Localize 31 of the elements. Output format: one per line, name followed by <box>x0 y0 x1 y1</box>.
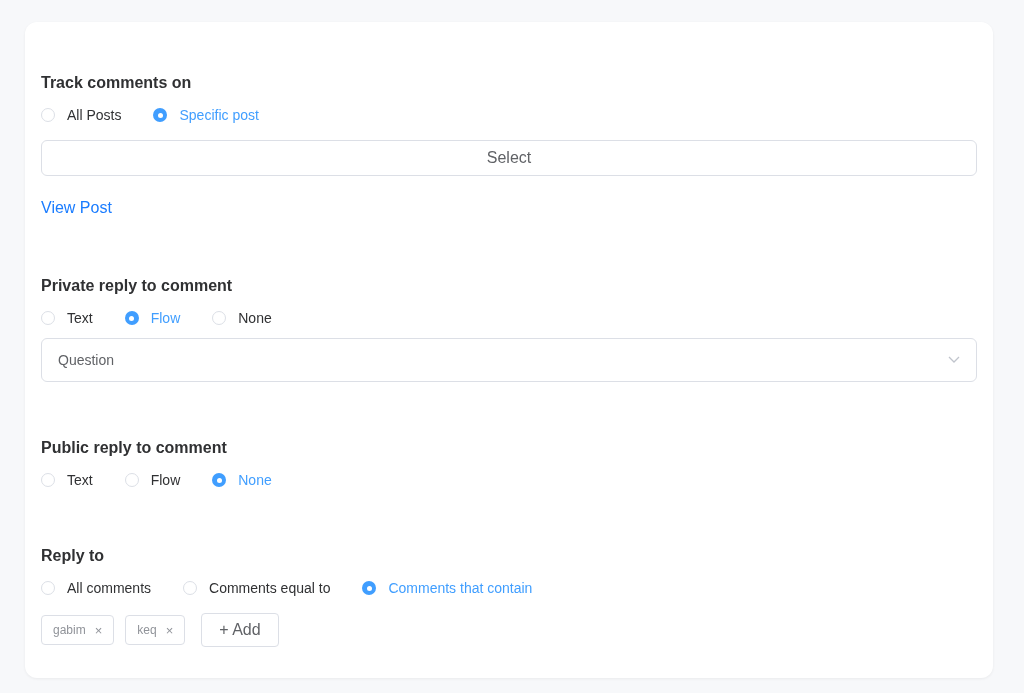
radio-button[interactable] <box>212 473 227 487</box>
chevron-down-icon <box>948 356 960 364</box>
add-button[interactable]: + Add <box>201 613 279 647</box>
radio-button[interactable] <box>41 581 55 595</box>
radio-label[interactable]: None <box>238 307 272 329</box>
tag-label: keq <box>137 622 157 639</box>
radio-label[interactable]: Text <box>67 307 93 329</box>
view-post-link[interactable]: View Post <box>41 196 112 220</box>
radio-button[interactable] <box>41 108 55 122</box>
radio-button[interactable] <box>41 311 55 325</box>
radio-button[interactable] <box>124 311 139 325</box>
tag-remove[interactable]: × <box>94 623 103 637</box>
section-title: Reply to <box>41 546 106 566</box>
radio-label[interactable]: All Posts <box>67 104 122 126</box>
section-title: Public reply to comment <box>41 438 228 458</box>
radio-button[interactable] <box>41 473 55 487</box>
radio-button[interactable] <box>362 581 377 595</box>
radio-label[interactable]: Comments equal to <box>209 577 331 599</box>
radio-button[interactable] <box>212 311 227 325</box>
dropdown-select[interactable]: Question <box>41 338 977 382</box>
section-title: Track comments on <box>41 73 193 93</box>
tag-label: gabim <box>53 622 86 639</box>
section-title: Private reply to comment <box>41 276 234 296</box>
radio-label[interactable]: Flow <box>150 469 181 491</box>
radio-label[interactable]: Text <box>67 469 93 491</box>
radio-label[interactable]: All comments <box>67 577 152 599</box>
radio-button[interactable] <box>183 581 198 595</box>
radio-button[interactable] <box>124 473 139 487</box>
tag-remove[interactable]: × <box>165 623 174 637</box>
radio-button[interactable] <box>153 108 168 122</box>
select-button[interactable]: Select <box>41 140 977 176</box>
